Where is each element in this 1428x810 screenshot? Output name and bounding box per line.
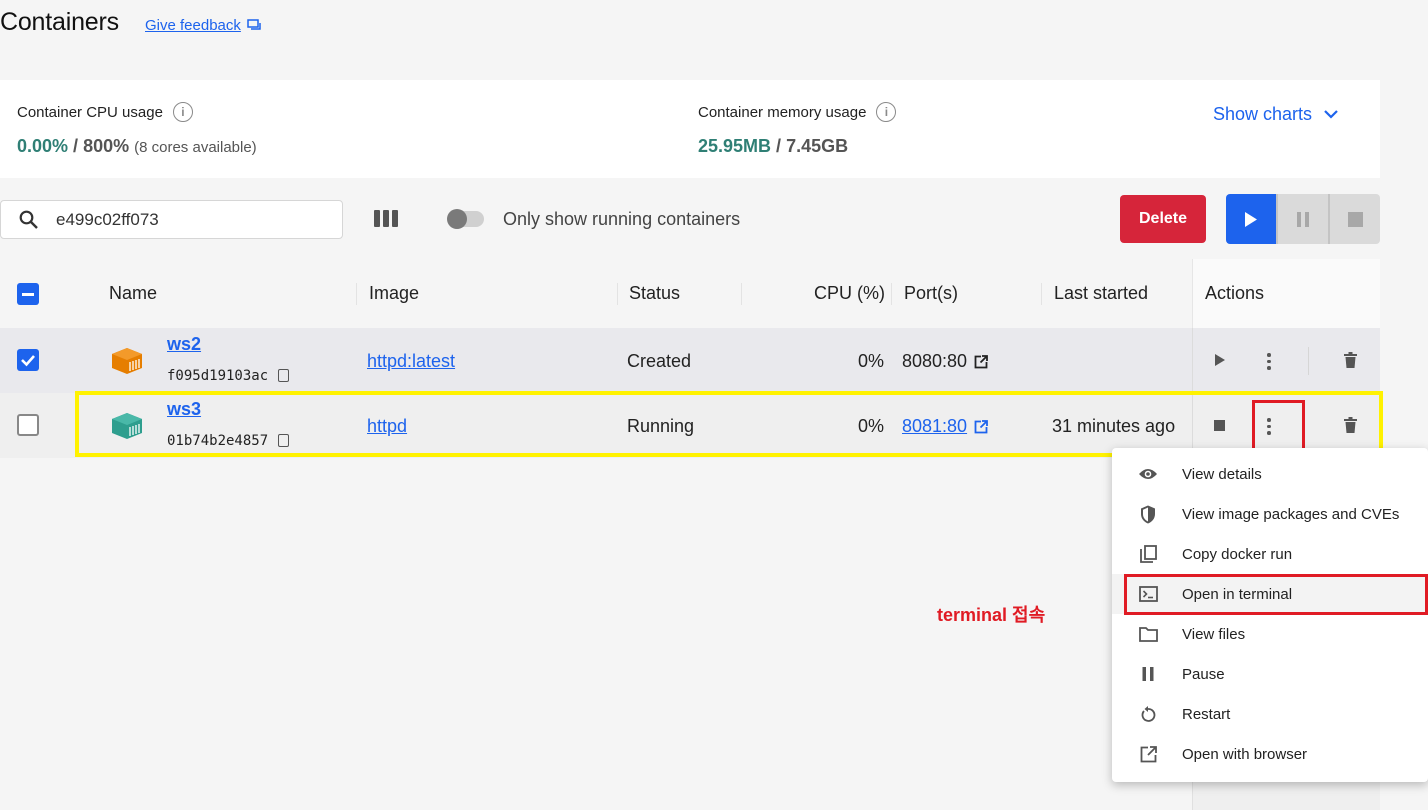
columns-icon[interactable] (374, 210, 398, 227)
search-icon (19, 210, 38, 229)
containers-table: Name Image Status CPU (%) Port(s) Last s… (0, 259, 1380, 458)
search-box[interactable] (0, 200, 343, 239)
container-id-row: f095d19103ac (167, 364, 290, 385)
column-header-last-started[interactable]: Last started (1054, 283, 1148, 304)
container-icon (112, 348, 142, 374)
menu-item-label: View details (1182, 465, 1262, 483)
checkmark-icon (21, 355, 35, 367)
column-divider (356, 283, 357, 305)
menu-item-open-with-browser[interactable]: Open with browser (1112, 734, 1428, 774)
cpu-sep: / (68, 136, 84, 156)
container-name-link[interactable]: ws2 (167, 334, 201, 354)
pause-icon (1297, 211, 1309, 227)
column-divider (741, 283, 742, 305)
highlight-open-terminal-box (1124, 574, 1428, 615)
column-header-ports[interactable]: Port(s) (904, 283, 958, 304)
feedback-label: Give feedback (145, 17, 241, 34)
copy-icon (1138, 544, 1158, 564)
page-title: Containers (0, 8, 119, 36)
play-icon (1245, 211, 1257, 227)
column-header-actions: Actions (1205, 283, 1265, 303)
show-charts-button[interactable]: Show charts (1213, 104, 1338, 125)
menu-item-copy-docker-run[interactable]: Copy docker run (1112, 534, 1428, 574)
menu-item-restart[interactable]: Restart (1112, 694, 1428, 734)
table-row[interactable]: ws2 f095d19103ac httpd:latest Created 0%… (0, 328, 1380, 393)
table-header: Name Image Status CPU (%) Port(s) Last s… (0, 259, 1380, 328)
menu-item-label: View files (1182, 625, 1246, 643)
row-actions (1192, 328, 1380, 393)
more-options-button[interactable] (1267, 353, 1271, 370)
menu-item-label: Copy docker run (1182, 545, 1293, 563)
info-icon[interactable]: i (172, 102, 193, 122)
external-link-icon (974, 354, 988, 368)
port-cell: 8080:80 (902, 351, 988, 372)
column-divider (891, 283, 892, 305)
menu-item-view-files[interactable]: View files (1112, 614, 1428, 654)
give-feedback-link[interactable]: Give feedback (145, 17, 261, 34)
toggle-knob (447, 209, 467, 229)
menu-item-label: Restart (1182, 705, 1231, 723)
feedback-icon (247, 19, 261, 30)
annotation-text: terminal 접속 (937, 605, 1046, 625)
cpu-used: 0.00% (17, 136, 69, 156)
cpu-total: 800% (83, 136, 130, 156)
memory-usage-value: 25.95MB / 7.45GB (698, 136, 848, 157)
memory-used: 25.95MB (698, 136, 772, 156)
select-all-checkbox[interactable] (17, 283, 39, 305)
port-text: 8080:80 (902, 351, 968, 371)
container-id: f095d19103ac (167, 368, 269, 384)
column-header-cpu[interactable]: CPU (%) (814, 283, 885, 304)
start-button[interactable] (1215, 354, 1225, 366)
cpu-value: 0% (858, 351, 885, 371)
cpu-usage-label-row: Container CPU usage i (17, 102, 193, 122)
menu-item-label: View image packages and CVEs (1182, 505, 1400, 523)
column-header-image[interactable]: Image (369, 283, 419, 304)
column-divider (1041, 283, 1042, 305)
shield-icon (1138, 504, 1158, 524)
info-icon[interactable]: i (876, 102, 897, 122)
memory-usage-label: Container memory usage (698, 103, 867, 121)
menu-item-pause[interactable]: Pause (1112, 654, 1428, 694)
eye-icon (1138, 464, 1158, 484)
menu-item-view-image-packages[interactable]: View image packages and CVEs (1112, 494, 1428, 534)
container-control-group (1226, 194, 1380, 244)
image-link[interactable]: httpd:latest (367, 351, 455, 371)
menu-item-view-details[interactable]: View details (1112, 454, 1428, 494)
menu-item-label: Open with browser (1182, 745, 1308, 763)
usage-card (0, 80, 1380, 178)
delete-button[interactable]: Delete (1120, 195, 1206, 243)
context-menu: View details View image packages and CVE… (1112, 448, 1428, 782)
row-checkbox[interactable] (17, 349, 39, 371)
column-header-status[interactable]: Status (629, 283, 680, 304)
external-link-icon (1138, 744, 1158, 764)
copy-icon[interactable] (278, 369, 290, 382)
pause-button[interactable] (1276, 194, 1328, 244)
memory-usage-label-row: Container memory usage i (698, 102, 897, 122)
memory-sep: / (771, 136, 787, 156)
folder-icon (1138, 624, 1158, 644)
show-charts-label: Show charts (1213, 104, 1313, 124)
search-input[interactable] (56, 209, 316, 230)
restart-icon (1138, 704, 1158, 724)
action-divider (1308, 347, 1309, 375)
only-running-toggle[interactable] (447, 209, 484, 229)
trash-icon[interactable] (1344, 352, 1357, 368)
column-divider (617, 283, 618, 305)
memory-total: 7.45GB (786, 136, 849, 156)
status-text: Created (627, 351, 692, 371)
cpu-usage-value: 0.00% / 800% (8 cores available) (17, 136, 257, 157)
row-checkbox[interactable] (17, 414, 39, 436)
cpu-usage-label: Container CPU usage (17, 103, 163, 121)
stop-button[interactable] (1328, 194, 1380, 244)
chevron-down-icon (1324, 110, 1338, 119)
menu-item-label: Pause (1182, 665, 1225, 683)
start-button[interactable] (1226, 194, 1276, 244)
only-running-label: Only show running containers (503, 209, 741, 229)
pause-icon (1138, 664, 1158, 684)
stop-icon (1347, 211, 1363, 227)
column-header-name[interactable]: Name (109, 283, 157, 304)
cpu-cores-note: (8 cores available) (134, 139, 257, 156)
